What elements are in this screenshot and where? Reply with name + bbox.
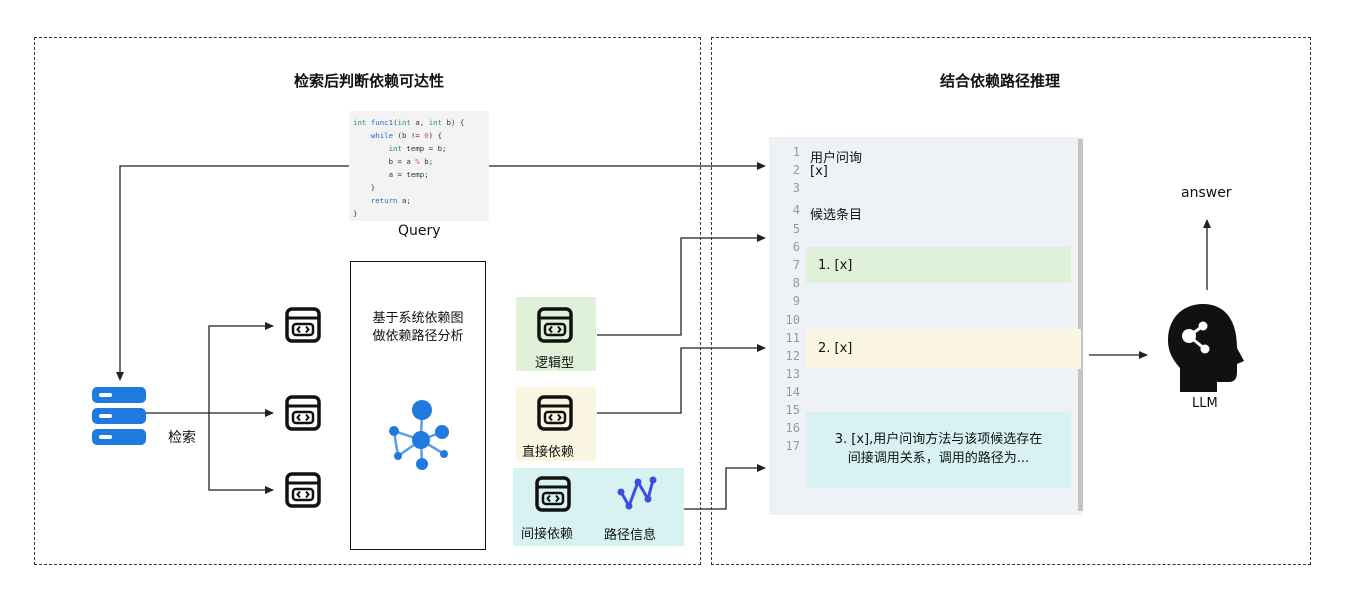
candidates-label: 候选条目 bbox=[810, 208, 863, 223]
candidate-item-2: 2. [x] bbox=[806, 329, 1081, 369]
right-panel-title: 结合依赖路径推理 bbox=[939, 72, 1060, 90]
code-window-icon bbox=[537, 307, 573, 343]
code-line-1: int func1(int a, int b) { bbox=[353, 118, 465, 127]
code-window-icon bbox=[285, 395, 321, 431]
line-number: 13 bbox=[785, 367, 800, 381]
query-label: Query bbox=[398, 223, 441, 239]
line-number: 1 bbox=[792, 145, 800, 159]
code-line-2: while (b != 0) { bbox=[370, 131, 443, 140]
candidate-3-line1: 3. [x],用户问询方法与该项候选存在 bbox=[834, 432, 1043, 447]
server-stack-icon bbox=[92, 387, 146, 445]
code-window-icon bbox=[285, 472, 321, 508]
line-number: 14 bbox=[785, 385, 800, 399]
code-window-icon bbox=[537, 395, 573, 431]
line-number: 6 bbox=[792, 240, 800, 254]
line-number: 9 bbox=[792, 294, 800, 308]
candidate-3-line2: 间接调用关系，调用的路径为... bbox=[847, 451, 1030, 466]
code-window-icon bbox=[535, 476, 571, 512]
candidate-item-3: 3. [x],用户问询方法与该项候选存在 间接调用关系，调用的路径为... bbox=[806, 412, 1071, 488]
indirect-dependency-label: 间接依赖 bbox=[521, 527, 574, 542]
line-number: 11 bbox=[785, 331, 800, 345]
line-number: 12 bbox=[785, 349, 800, 363]
line-number: 15 bbox=[785, 403, 800, 417]
line-number: 5 bbox=[792, 222, 800, 236]
path-info-label: 路径信息 bbox=[604, 528, 657, 543]
line-number: 10 bbox=[785, 313, 800, 327]
line-number: 17 bbox=[785, 439, 800, 453]
direct-dependency-label: 直接依赖 bbox=[522, 445, 575, 460]
path-route-icon bbox=[617, 476, 657, 510]
analysis-text-line2: 做依赖路径分析 bbox=[372, 329, 464, 344]
answer-label: answer bbox=[1181, 185, 1232, 201]
user-query-value: [x] bbox=[810, 164, 828, 179]
code-line-3: int temp = b; bbox=[388, 144, 447, 153]
graph-network-icon bbox=[389, 400, 449, 470]
candidate-item-1: 1. [x] bbox=[806, 247, 1071, 283]
line-number: 4 bbox=[792, 203, 800, 217]
head-ai-icon bbox=[1168, 304, 1244, 392]
analysis-text: 基于系统依赖图 做依赖路径分析 bbox=[351, 310, 485, 346]
editor-scrollbar[interactable] bbox=[1078, 139, 1083, 511]
line-number: 16 bbox=[785, 421, 800, 435]
query-code-block: int func1(int a, int b) { while (b != 0)… bbox=[349, 111, 489, 221]
code-line-5: a = temp; bbox=[353, 170, 429, 179]
line-number: 3 bbox=[792, 181, 800, 195]
dependency-analysis-box: 基于系统依赖图 做依赖路径分析 bbox=[350, 261, 486, 550]
code-line-8: } bbox=[353, 209, 358, 218]
line-number: 2 bbox=[792, 163, 800, 177]
line-number: 8 bbox=[792, 276, 800, 290]
left-panel-title: 检索后判断依赖可达性 bbox=[293, 72, 444, 90]
llm-label: LLM bbox=[1192, 396, 1218, 411]
logic-label: 逻辑型 bbox=[535, 356, 575, 371]
code-line-4: b = a % b; bbox=[353, 157, 434, 166]
code-line-7: return a; bbox=[370, 196, 411, 205]
retrieve-label: 检索 bbox=[168, 430, 196, 446]
line-number: 7 bbox=[792, 258, 800, 272]
analysis-text-line1: 基于系统依赖图 bbox=[372, 311, 464, 326]
code-line-6: } bbox=[353, 183, 376, 192]
code-window-icon bbox=[285, 307, 321, 343]
